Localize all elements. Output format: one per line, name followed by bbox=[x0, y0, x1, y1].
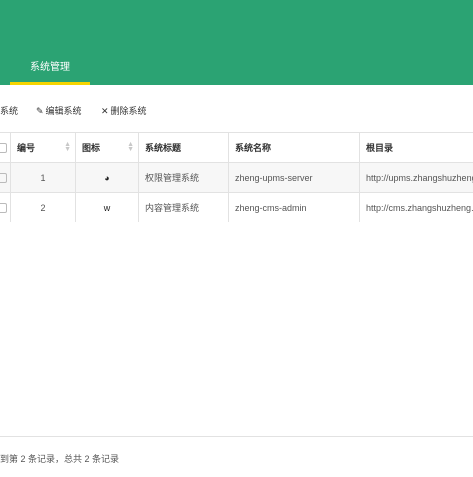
cell-id: 1 bbox=[10, 162, 76, 193]
cell-name: zheng-upms-server bbox=[228, 162, 360, 193]
row-checkbox[interactable] bbox=[0, 202, 7, 213]
column-header-id[interactable]: 编号 ▲ ▼ bbox=[10, 132, 76, 163]
column-header-label: 根目录 bbox=[366, 143, 394, 153]
add-system-button[interactable]: 系统 bbox=[0, 104, 18, 117]
delete-system-label: 删除系统 bbox=[110, 106, 147, 116]
column-header-icon[interactable]: 图标 ▲ ▼ bbox=[75, 132, 139, 163]
cell-id: 2 bbox=[10, 192, 76, 222]
pagination-summary: 到第 2 条记录，总共 2 条记录 bbox=[0, 454, 120, 464]
cell-icon: w bbox=[75, 192, 139, 222]
column-header-root: 根目录 bbox=[359, 132, 473, 163]
cell-title: 内容管理系统 bbox=[138, 192, 229, 222]
edit-system-button[interactable]: ✎ 编辑系统 bbox=[36, 104, 82, 117]
system-table: 编号 ▲ ▼ 图标 ▲ ▼ 系统标题 系统名称 根目录 1 ◕ 权限管理系统 zhe… bbox=[0, 132, 473, 222]
tab-system-management[interactable]: 系统管理 bbox=[10, 56, 90, 85]
column-header-label: 编号 bbox=[17, 143, 36, 153]
active-tab-indicator bbox=[10, 82, 90, 85]
row-checkbox-cell[interactable] bbox=[0, 162, 11, 193]
row-checkbox[interactable] bbox=[0, 172, 7, 183]
column-header-name: 系统名称 bbox=[228, 132, 360, 163]
column-header-title: 系统标题 bbox=[138, 132, 229, 163]
pencil-icon: ✎ bbox=[36, 106, 44, 116]
select-all-checkbox[interactable] bbox=[0, 142, 7, 153]
table-row[interactable]: 2 w 内容管理系统 zheng-cms-admin http://cms.zh… bbox=[0, 192, 473, 222]
sort-icon[interactable]: ▲ ▼ bbox=[64, 141, 71, 153]
cell-title: 权限管理系统 bbox=[138, 162, 229, 193]
row-checkbox-cell[interactable] bbox=[0, 192, 11, 222]
cell-name: zheng-cms-admin bbox=[228, 192, 360, 222]
close-icon: ✕ bbox=[101, 106, 109, 116]
column-header-label: 图标 bbox=[82, 143, 101, 153]
wordpress-icon: w bbox=[103, 202, 111, 213]
table-header-row: 编号 ▲ ▼ 图标 ▲ ▼ 系统标题 系统名称 根目录 bbox=[0, 132, 473, 163]
top-header-bar: 系统管理 bbox=[0, 0, 473, 85]
globe-icon: ◕ bbox=[104, 172, 110, 183]
cell-root: http://upms.zhangshuzheng.cn bbox=[359, 162, 473, 193]
tab-label: 系统管理 bbox=[30, 62, 70, 73]
delete-system-button[interactable]: ✕ 删除系统 bbox=[101, 104, 147, 117]
cell-root: http://cms.zhangshuzheng.cn bbox=[359, 192, 473, 222]
sort-icon[interactable]: ▲ ▼ bbox=[127, 141, 134, 153]
cell-icon: ◕ bbox=[75, 162, 139, 193]
column-header-label: 系统名称 bbox=[235, 143, 272, 153]
column-header-label: 系统标题 bbox=[145, 143, 182, 153]
table-row[interactable]: 1 ◕ 权限管理系统 zheng-upms-server http://upms… bbox=[0, 162, 473, 193]
edit-system-label: 编辑系统 bbox=[45, 106, 82, 116]
add-system-label: 系统 bbox=[0, 106, 19, 116]
footer-divider bbox=[0, 436, 473, 437]
select-all-checkbox-cell[interactable] bbox=[0, 132, 11, 163]
